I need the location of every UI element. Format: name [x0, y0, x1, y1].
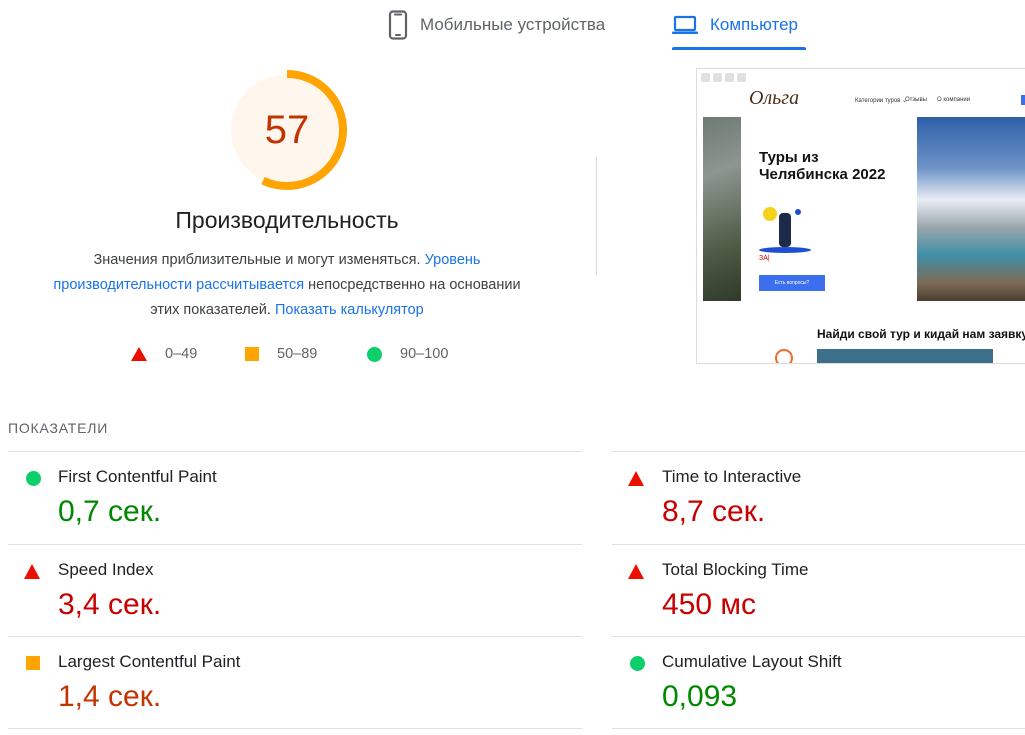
metric-cls-value: 0,093: [662, 680, 738, 713]
preview-hero-image-right: [917, 117, 1025, 301]
tab-desktop-label: Компьютер: [710, 15, 798, 34]
triangle-icon: [628, 471, 644, 491]
preview-section-title: Найди свой тур и кидай нам заявку: [817, 327, 1025, 341]
tab-mobile[interactable]: Мобильные устройства: [388, 0, 605, 50]
performance-description: Значения приблизительные и могут изменят…: [40, 248, 534, 323]
performance-score: 57: [264, 107, 310, 152]
metric-fcp-value: 0,7 сек.: [58, 495, 162, 528]
legend-poor-range: 0–49: [165, 346, 198, 362]
circle-icon: [630, 656, 645, 676]
metric-cls[interactable]: Cumulative Layout Shift 0,093: [612, 636, 1025, 728]
preview-pin-illustration: [795, 209, 801, 215]
legend-good: 90–100: [367, 346, 448, 362]
triangle-icon: [24, 564, 40, 584]
preview-hiker-illustration: [779, 213, 791, 247]
preview-hero-title-line2: Челябинска 2022: [759, 166, 886, 183]
triangle-icon: [131, 347, 147, 361]
performance-score-gauge: 57: [227, 70, 347, 190]
square-icon: [245, 347, 259, 361]
tab-desktop[interactable]: Компьютер: [672, 0, 806, 50]
metric-si-label: Speed Index: [58, 560, 154, 579]
preview-red-text: ЗА|: [759, 255, 770, 262]
calculator-link[interactable]: Показать калькулятор: [275, 302, 424, 318]
preview-nav-item: Категории туров ⌄: [855, 98, 908, 104]
tab-mobile-label: Мобильные устройства: [420, 15, 606, 34]
page-screenshot-preview[interactable]: Ольга Категории туров ⌄ Отзывы О компани…: [696, 68, 1025, 364]
metric-tbt[interactable]: Total Blocking Time 450 мс: [612, 544, 1025, 636]
circle-icon: [367, 346, 382, 362]
preview-corner-block: [1021, 95, 1025, 105]
legend-average: 50–89: [245, 346, 317, 362]
laptop-icon: [672, 15, 698, 35]
preview-hero-button: Есть вопросы?: [759, 275, 825, 291]
legend-average-range: 50–89: [277, 346, 318, 362]
metrics-bottom-divider: [8, 728, 582, 729]
metric-si[interactable]: Speed Index 3,4 сек.: [8, 544, 582, 636]
metric-lcp-value: 1,4 сек.: [58, 680, 162, 713]
metric-si-value: 3,4 сек.: [58, 588, 162, 621]
metric-tbt-value: 450 мс: [662, 588, 757, 621]
preview-ground-illustration: [759, 247, 811, 253]
preview-toolbar: [701, 73, 757, 83]
metric-lcp-label: Largest Contentful Paint: [58, 652, 241, 671]
metric-tti[interactable]: Time to Interactive 8,7 сек.: [612, 451, 1025, 543]
metric-fcp[interactable]: First Contentful Paint 0,7 сек.: [8, 451, 582, 543]
preview-logo: Ольга: [749, 87, 800, 109]
preview-loader-icon: [775, 349, 793, 363]
metric-tbt-label: Total Blocking Time: [662, 560, 809, 579]
metric-cls-label: Cumulative Layout Shift: [662, 652, 842, 671]
preview-nav-item: О компании: [937, 97, 971, 103]
legend-good-range: 90–100: [400, 346, 449, 362]
preview-nav-item: Отзывы: [905, 97, 927, 103]
preview-hero-title: Туры из Челябинска 2022: [759, 149, 885, 183]
preview-hero-image-left: [703, 117, 741, 301]
metric-tti-value: 8,7 сек.: [662, 495, 766, 528]
preview-filter-bar: [817, 349, 993, 363]
score-legend: 0–49 50–89 90–100: [0, 346, 574, 368]
smartphone-icon: [388, 10, 408, 40]
metric-fcp-label: First Contentful Paint: [58, 467, 217, 486]
performance-title: Производительность: [175, 207, 399, 233]
legend-poor: 0–49: [131, 346, 197, 362]
metrics-header: ПОКАЗАТЕЛИ: [8, 420, 109, 436]
preview-hero-title-line1: Туры из: [759, 149, 819, 166]
metric-tti-label: Time to Interactive: [662, 467, 802, 486]
preview-sun-illustration: [763, 207, 777, 221]
metrics-bottom-divider: [612, 728, 1025, 729]
desc-text-1: Значения приблизительные и могут изменят…: [93, 252, 425, 268]
circle-icon: [26, 471, 41, 491]
metric-lcp[interactable]: Largest Contentful Paint 1,4 сек.: [8, 636, 582, 728]
vertical-divider: [596, 157, 597, 275]
device-tabs: Мобильные устройства Компьютер: [0, 0, 1025, 52]
square-icon: [26, 656, 40, 675]
triangle-icon: [628, 564, 644, 584]
